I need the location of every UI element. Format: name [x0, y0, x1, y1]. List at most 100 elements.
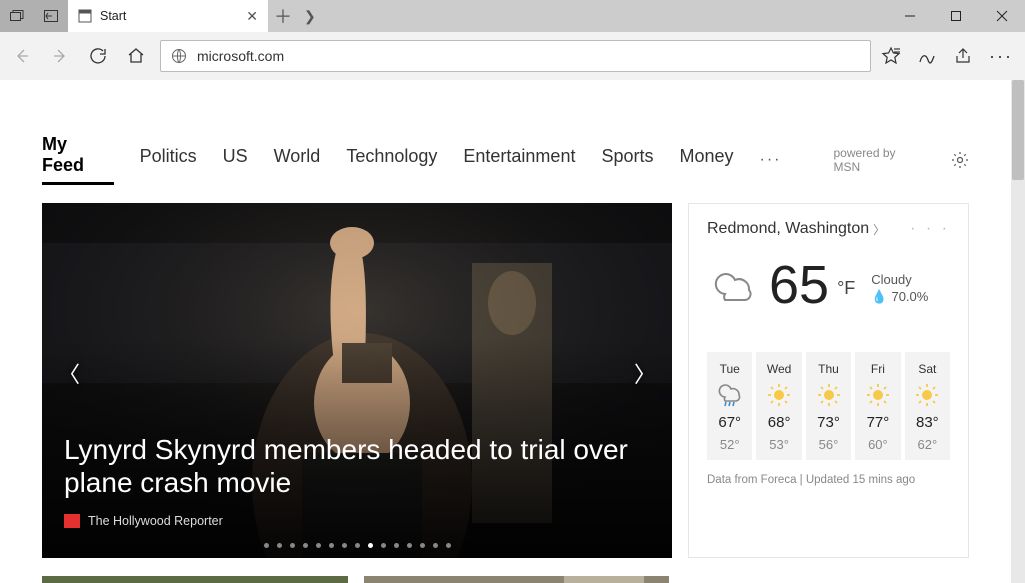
- sun-icon: [915, 382, 939, 408]
- current-temp: 65: [769, 258, 829, 312]
- nav-technology[interactable]: Technology: [346, 146, 437, 173]
- temp-unit: °F: [837, 272, 855, 299]
- day-name: Fri: [871, 362, 885, 376]
- refresh-button[interactable]: [84, 42, 112, 70]
- browser-tab[interactable]: Start ✕: [68, 0, 268, 32]
- pager-dot[interactable]: [368, 543, 373, 548]
- source-name: The Hollywood Reporter: [88, 514, 223, 528]
- weather-card: Redmond, Washington 〉 · · · 65 °F Cloudy…: [688, 203, 969, 558]
- source-badge-icon: [64, 514, 80, 528]
- high-temp: 67°: [718, 414, 741, 431]
- hero-prev-button[interactable]: 〈: [52, 351, 86, 395]
- hero-next-button[interactable]: 〉: [628, 351, 662, 395]
- powered-by-label: powered by MSN: [834, 146, 926, 174]
- feed-nav: My Feed Politics US World Technology Ent…: [0, 80, 1011, 193]
- nav-entertainment[interactable]: Entertainment: [463, 146, 575, 173]
- more-button[interactable]: ···: [989, 46, 1013, 67]
- low-temp: 52°: [720, 437, 740, 452]
- pager-dot[interactable]: [264, 543, 269, 548]
- titlebar: Start ✕ ＋ ❯: [0, 0, 1025, 32]
- url-box[interactable]: [160, 40, 871, 72]
- tab-favicon-icon: [78, 9, 92, 23]
- tab-close-button[interactable]: ✕: [242, 8, 262, 25]
- pager-dot[interactable]: [433, 543, 438, 548]
- home-button[interactable]: [122, 42, 150, 70]
- nav-money[interactable]: Money: [679, 146, 733, 173]
- settings-gear-icon[interactable]: [951, 151, 969, 169]
- day-name: Thu: [818, 362, 839, 376]
- tab-title: Start: [100, 9, 234, 23]
- hero-card[interactable]: 〈 〉 Lynyrd Skynyrd members headed to tri…: [42, 203, 672, 558]
- article-thumb[interactable]: [364, 576, 670, 583]
- forecast-day[interactable]: Fri 77° 60°: [855, 352, 900, 460]
- forecast-row: Tue 67° 52° Wed 68° 53° Thu 73° 56° Fri 77° 60° Sat 8…: [707, 352, 950, 460]
- sun-icon: [817, 382, 841, 408]
- close-window-button[interactable]: [979, 10, 1025, 22]
- chevron-right-icon: 〉: [873, 221, 885, 238]
- sun-icon: [866, 382, 890, 408]
- day-name: Wed: [767, 362, 791, 376]
- weather-more-button[interactable]: · · ·: [910, 220, 950, 238]
- low-temp: 53°: [769, 437, 789, 452]
- hero-source: The Hollywood Reporter: [64, 514, 223, 528]
- pager-dot[interactable]: [394, 543, 399, 548]
- pager-dot[interactable]: [381, 543, 386, 548]
- droplet-icon: 💧: [871, 289, 887, 305]
- tab-preview-icon[interactable]: [10, 10, 24, 22]
- url-input[interactable]: [197, 48, 860, 64]
- condition-text: Cloudy: [871, 272, 928, 287]
- set-aside-icon[interactable]: [44, 10, 58, 22]
- minimize-button[interactable]: [887, 10, 933, 22]
- nav-my-feed[interactable]: My Feed: [42, 134, 114, 185]
- pager-dot[interactable]: [342, 543, 347, 548]
- forecast-day[interactable]: Tue 67° 52°: [707, 352, 752, 460]
- high-temp: 83°: [916, 414, 939, 431]
- new-tab-button[interactable]: ＋: [274, 3, 292, 29]
- low-temp: 56°: [819, 437, 839, 452]
- high-temp: 68°: [768, 414, 791, 431]
- reading-list-button[interactable]: [917, 46, 937, 67]
- hero-pager[interactable]: [42, 543, 672, 548]
- pager-dot[interactable]: [407, 543, 412, 548]
- low-temp: 62°: [917, 437, 937, 452]
- high-temp: 73°: [817, 414, 840, 431]
- sun-icon: [767, 382, 791, 408]
- maximize-button[interactable]: [933, 10, 979, 22]
- tab-actions-button[interactable]: ❯: [304, 8, 316, 25]
- site-info-icon[interactable]: [171, 48, 187, 64]
- pager-dot[interactable]: [290, 543, 295, 548]
- vertical-scrollbar[interactable]: [1011, 80, 1025, 583]
- weather-location[interactable]: Redmond, Washington 〉: [707, 220, 885, 238]
- low-temp: 60°: [868, 437, 888, 452]
- day-name: Tue: [720, 362, 740, 376]
- forecast-day[interactable]: Wed 68° 53°: [756, 352, 801, 460]
- article-thumb[interactable]: [42, 576, 348, 583]
- cloud-icon: [707, 264, 761, 306]
- pager-dot[interactable]: [420, 543, 425, 548]
- rain-icon: [717, 382, 743, 408]
- nav-world[interactable]: World: [274, 146, 321, 173]
- forecast-day[interactable]: Thu 73° 56°: [806, 352, 851, 460]
- pager-dot[interactable]: [446, 543, 451, 548]
- weather-meta: Data from Foreca | Updated 15 mins ago: [707, 474, 950, 486]
- pager-dot[interactable]: [316, 543, 321, 548]
- humidity-value: 70.0%: [891, 289, 928, 304]
- page-content: My Feed Politics US World Technology Ent…: [0, 80, 1011, 583]
- share-button[interactable]: [953, 46, 973, 67]
- nav-us[interactable]: US: [223, 146, 248, 173]
- forward-button[interactable]: [46, 42, 74, 70]
- nav-more[interactable]: ···: [760, 151, 782, 169]
- back-button[interactable]: [8, 42, 36, 70]
- hero-headline: Lynyrd Skynyrd members headed to trial o…: [64, 433, 650, 500]
- nav-sports[interactable]: Sports: [601, 146, 653, 173]
- address-bar: ···: [0, 32, 1025, 80]
- pager-dot[interactable]: [303, 543, 308, 548]
- nav-politics[interactable]: Politics: [140, 146, 197, 173]
- favorites-button[interactable]: [881, 46, 901, 67]
- forecast-day[interactable]: Sat 83° 62°: [905, 352, 950, 460]
- high-temp: 77°: [867, 414, 890, 431]
- day-name: Sat: [918, 362, 936, 376]
- pager-dot[interactable]: [277, 543, 282, 548]
- pager-dot[interactable]: [329, 543, 334, 548]
- pager-dot[interactable]: [355, 543, 360, 548]
